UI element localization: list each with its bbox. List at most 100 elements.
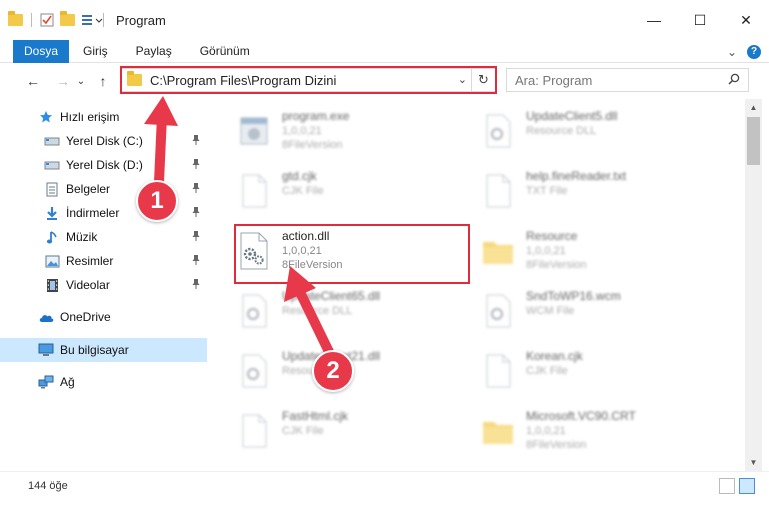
ribbon-controls: ⌄ ? bbox=[727, 40, 761, 63]
computer-icon bbox=[38, 342, 54, 358]
ribbon-tabs: Dosya Giriş Paylaş Görünüm ⌄ ? bbox=[0, 39, 769, 63]
pin-icon[interactable] bbox=[191, 134, 201, 146]
file-item[interactable]: Korean.cjk CJK File bbox=[478, 343, 708, 399]
maximize-button[interactable]: ☐ bbox=[677, 0, 723, 40]
file-type: CJK File bbox=[282, 425, 324, 437]
sidebar-item-network[interactable]: Ağ bbox=[0, 370, 207, 394]
sidebar-item-videos[interactable]: Videolar bbox=[0, 273, 207, 297]
scroll-up-icon[interactable]: ▲ bbox=[745, 99, 762, 116]
window-title: Program bbox=[116, 12, 166, 28]
blank-file-icon bbox=[234, 407, 274, 455]
properties-icon[interactable] bbox=[40, 13, 54, 27]
pin-icon[interactable] bbox=[191, 254, 201, 266]
view-toggle bbox=[719, 478, 755, 494]
file-description: 8FileVersion bbox=[526, 439, 587, 451]
search-input[interactable]: Ara: Program bbox=[515, 73, 592, 88]
search-icon[interactable] bbox=[728, 73, 740, 85]
sidebar-item-pictures[interactable]: Resimler bbox=[0, 249, 207, 273]
toolbar-divider bbox=[31, 13, 32, 27]
step-badge-1: 1 bbox=[136, 180, 178, 222]
file-item[interactable]: Resource 1,0,0,21 8FileVersion bbox=[478, 223, 708, 279]
file-version: 1,0,0,21 bbox=[526, 245, 566, 257]
file-name: UpdateClient5.dll bbox=[526, 109, 618, 123]
minimize-button[interactable]: — bbox=[631, 0, 677, 40]
star-icon bbox=[38, 109, 54, 125]
details-view-icon[interactable] bbox=[719, 478, 735, 494]
drive-icon bbox=[44, 133, 60, 149]
file-type: WCM File bbox=[526, 305, 575, 317]
file-item[interactable]: Microsoft.VC90.CRT 1,0,0,21 8FileVersion bbox=[478, 403, 708, 459]
title-bar: Program — ☐ ✕ bbox=[0, 0, 769, 40]
back-button[interactable]: ← bbox=[22, 70, 44, 92]
file-item[interactable]: SndToWP16.wcm WCM File bbox=[478, 283, 708, 339]
search-box[interactable]: Ara: Program bbox=[506, 68, 749, 92]
item-count: 144 öğe bbox=[28, 480, 68, 492]
exe-file-icon bbox=[234, 107, 274, 155]
file-version: 1,0,0,21 bbox=[282, 125, 322, 137]
pin-icon[interactable] bbox=[191, 278, 201, 290]
address-highlight bbox=[120, 66, 497, 94]
network-icon bbox=[38, 374, 54, 390]
tab-home[interactable]: Giriş bbox=[69, 40, 122, 63]
file-item[interactable]: help.fineReader.txt TXT File bbox=[478, 163, 708, 219]
forward-button[interactable]: → bbox=[52, 70, 74, 92]
step-badge-2: 2 bbox=[312, 350, 354, 392]
music-icon bbox=[44, 229, 60, 245]
pin-icon[interactable] bbox=[191, 230, 201, 242]
file-description: 8FileVersion bbox=[526, 259, 587, 271]
tiles-view-icon[interactable] bbox=[739, 478, 755, 494]
file-item[interactable]: program.exe 1,0,0,21 8FileVersion bbox=[234, 103, 464, 159]
blank-file-icon bbox=[234, 167, 274, 215]
file-name: help.fineReader.txt bbox=[526, 169, 627, 183]
help-icon[interactable]: ? bbox=[747, 44, 761, 59]
dll-gear-icon bbox=[234, 287, 274, 335]
dll-gear-icon bbox=[234, 347, 274, 395]
dll-gear-icon bbox=[478, 287, 518, 335]
customize-toolbar-icon[interactable] bbox=[81, 13, 103, 27]
tab-share[interactable]: Paylaş bbox=[122, 40, 186, 63]
blank-file-icon bbox=[478, 347, 518, 395]
quick-access-toolbar bbox=[8, 11, 106, 27]
sidebar-item-music[interactable]: Müzik bbox=[0, 225, 207, 249]
recent-locations-button[interactable]: ⌄ bbox=[74, 70, 88, 92]
scroll-down-icon[interactable]: ▼ bbox=[745, 454, 762, 471]
pin-icon[interactable] bbox=[191, 158, 201, 170]
drive-icon bbox=[44, 157, 60, 173]
sidebar-item-label: Belgeler bbox=[66, 182, 111, 196]
expand-ribbon-icon[interactable]: ⌄ bbox=[727, 45, 737, 59]
up-button[interactable]: ↑ bbox=[92, 70, 114, 92]
file-item[interactable]: UpdateClient5.dll Resource DLL bbox=[478, 103, 708, 159]
sidebar-item-this-pc[interactable]: Bu bilgisayar bbox=[0, 338, 207, 362]
file-name: program.exe bbox=[282, 109, 350, 123]
sidebar-item-label: Resimler bbox=[66, 254, 114, 268]
sidebar-item-label: Ağ bbox=[60, 375, 75, 389]
file-name: gtd.cjk bbox=[282, 169, 317, 183]
file-type: TXT File bbox=[526, 185, 568, 197]
folder-icon bbox=[8, 11, 23, 26]
sidebar-item-onedrive[interactable]: OneDrive bbox=[0, 305, 207, 329]
file-name: Resource bbox=[526, 229, 578, 243]
vertical-scrollbar[interactable]: ▲ ▼ bbox=[745, 99, 762, 471]
status-bar: 144 öğe bbox=[0, 471, 769, 511]
tab-view[interactable]: Görünüm bbox=[186, 40, 264, 63]
file-name: Microsoft.VC90.CRT bbox=[526, 409, 636, 423]
pin-icon[interactable] bbox=[191, 182, 201, 194]
window-controls: — ☐ ✕ bbox=[631, 0, 769, 40]
tab-file[interactable]: Dosya bbox=[13, 39, 69, 63]
sidebar-item-label: Müzik bbox=[66, 230, 98, 244]
file-item[interactable]: gtd.cjk CJK File bbox=[234, 163, 464, 219]
file-name: FastHtml.cjk bbox=[282, 409, 348, 423]
file-item[interactable]: FastHtml.cjk CJK File bbox=[234, 403, 464, 459]
file-type: CJK File bbox=[526, 365, 568, 377]
pin-icon[interactable] bbox=[191, 206, 201, 218]
scrollbar-thumb[interactable] bbox=[747, 117, 760, 165]
download-icon bbox=[44, 205, 60, 221]
close-button[interactable]: ✕ bbox=[723, 0, 769, 40]
film-icon bbox=[44, 277, 60, 293]
dll-gear-icon bbox=[478, 107, 518, 155]
document-icon bbox=[44, 181, 60, 197]
file-type: CJK File bbox=[282, 185, 324, 197]
new-folder-icon[interactable] bbox=[60, 11, 75, 26]
sidebar-item-label: OneDrive bbox=[60, 310, 111, 324]
cloud-icon bbox=[38, 309, 54, 325]
